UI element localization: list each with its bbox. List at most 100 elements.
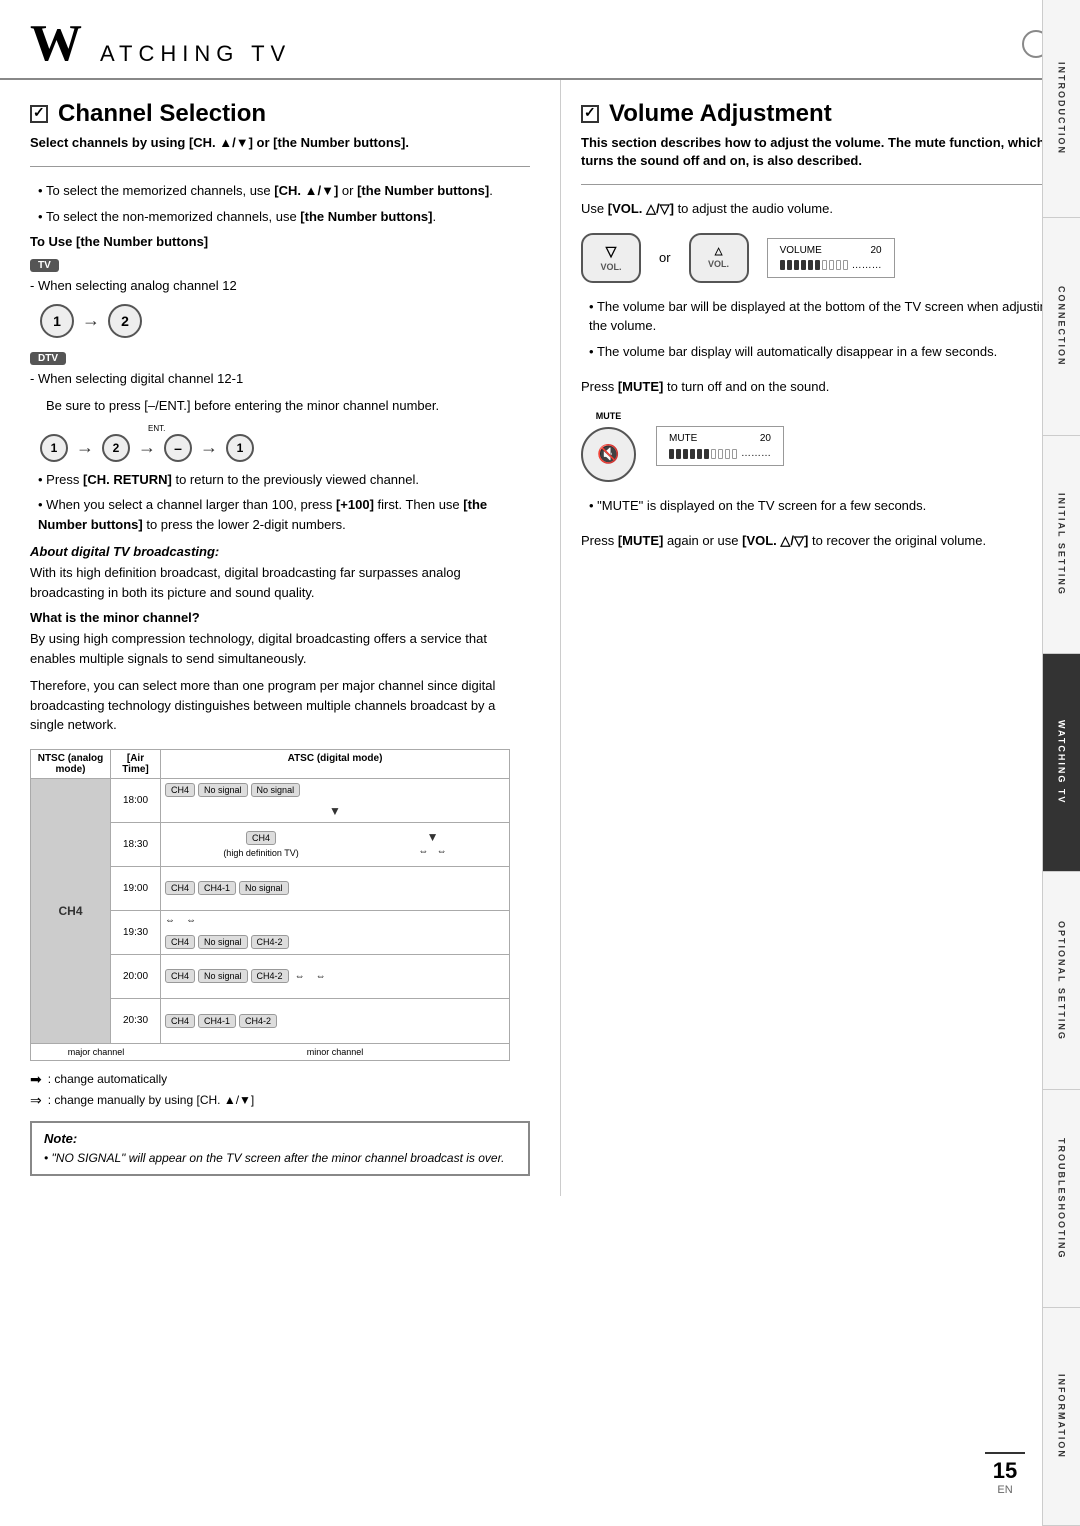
sidebar-tab-initial-setting[interactable]: INITIAL SETTING: [1043, 436, 1080, 654]
digital-channel-desc2: Be sure to press [–/ENT.] before enterin…: [46, 396, 530, 416]
vol-diagram: ▽ VOL. or △ VOL. VOLUME 20: [581, 233, 1060, 283]
vol-bullet-2: The volume bar display will automaticall…: [589, 342, 1060, 362]
mute-bar-dots: ………: [669, 448, 771, 459]
mute-btn-group: MUTE 🔇: [581, 411, 636, 482]
ch-diagram-body: CH4 18:00 18:30 19:00 19:30 20:00 20:30 …: [31, 779, 509, 1043]
volume-section-title: Volume Adjustment: [581, 100, 1060, 128]
sidebar-tab-introduction[interactable]: INTRODUCTION: [1043, 0, 1080, 218]
volume-title-text: Volume Adjustment: [609, 100, 832, 128]
vol-dot-1: [780, 260, 785, 270]
vol-up-arrow-icon: △: [715, 246, 723, 257]
ch-diagram-footer: major channel minor channel: [31, 1043, 509, 1060]
sidebar-tab-connection[interactable]: CONNECTION: [1043, 218, 1080, 436]
legend-manual-text: : change manually by using [CH. ▲/▼]: [48, 1093, 255, 1107]
atsc-row-2000: CH4 No signal CH4-2 ⇔ ⇔: [161, 955, 509, 999]
sidebar-tab-optional-setting[interactable]: OPTIONAL SETTING: [1043, 872, 1080, 1090]
press-mute-text: Press [MUTE] to turn off and on the soun…: [581, 377, 1060, 397]
recover-text: Press [MUTE] again or use [VOL. △/▽] to …: [581, 531, 1060, 551]
ent-label: ENT.: [148, 424, 530, 433]
footer-major: major channel: [31, 1044, 161, 1060]
note-box: Note: • "NO SIGNAL" will appear on the T…: [30, 1121, 530, 1177]
mute-dot-9: [725, 449, 730, 459]
ch-diagram-header: NTSC (analog mode) [Air Time] ATSC (digi…: [31, 750, 509, 779]
or-text: or: [659, 250, 671, 265]
mute-bar-label: MUTE: [669, 433, 697, 444]
vol-dot-2: [787, 260, 792, 270]
vol-dot-4: [801, 260, 806, 270]
legend-auto-text: : change automatically: [48, 1072, 167, 1086]
analog-channel-desc: - When selecting analog channel 12: [30, 276, 530, 296]
channel-checkbox-icon: [30, 105, 48, 123]
vol-dot-3: [794, 260, 799, 270]
mute-icon: 🔇: [597, 444, 619, 465]
mute-bar-value: 20: [760, 433, 771, 444]
volume-checkbox-icon: [581, 105, 599, 123]
vol-bar-label: VOLUME: [780, 245, 822, 256]
time-2030: 20:30: [111, 999, 160, 1043]
arrow-2b: →: [138, 437, 156, 458]
legend-auto: ➡ : change automatically: [30, 1071, 530, 1088]
lr-arrows-2: ⇔ ⇔: [165, 915, 505, 926]
hd-tv-label: (high definition TV): [223, 848, 298, 858]
note-title: Note:: [44, 1131, 516, 1146]
mute-diagram: MUTE 🔇 MUTE 20: [581, 411, 1060, 482]
cell-nosig-4: No signal: [198, 935, 248, 949]
vol-bar-dots: ………: [780, 260, 882, 271]
col-atsc-header: ATSC (digital mode): [161, 750, 509, 778]
time-2000: 20:00: [111, 955, 160, 999]
mute-dot-8: [718, 449, 723, 459]
header-letter-w: W: [30, 18, 82, 70]
col-air-header: [Air Time]: [111, 750, 161, 778]
cell-ch4-4: CH4: [165, 935, 195, 949]
cell-ch4-2c: CH4-2: [239, 1014, 277, 1028]
header-title: ATCHING TV: [100, 21, 291, 67]
volume-subtitle: This section describes how to adjust the…: [581, 134, 1060, 170]
channel-bullet-4: When you select a channel larger than 10…: [38, 495, 530, 534]
number-buttons-heading: To Use [the Number buttons]: [30, 234, 530, 249]
vol-bar-title: VOLUME 20: [780, 245, 882, 256]
left-column: Channel Selection Select channels by usi…: [0, 80, 560, 1196]
vol-bullet-1: The volume bar will be displayed at the …: [589, 297, 1060, 336]
atsc-row-1800: CH4 No signal No signal ▼: [161, 779, 509, 823]
mute-dot-3: [683, 449, 688, 459]
legend-manual: ⇒ : change manually by using [CH. ▲/▼]: [30, 1092, 530, 1109]
cell-ch4-6: CH4: [165, 1014, 195, 1028]
arrow-auto-icon: ➡: [30, 1071, 42, 1088]
mute-dot-7: [711, 449, 716, 459]
mute-dot-10: [732, 449, 737, 459]
content-wrapper: Channel Selection Select channels by usi…: [0, 80, 1080, 1196]
footer-minor: minor channel: [161, 1044, 509, 1060]
sidebar-tab-troubleshooting[interactable]: TROUBLESHOOTING: [1043, 1090, 1080, 1308]
channel-bullet-1: To select the memorized channels, use [C…: [38, 181, 530, 201]
about-digital-heading: About digital TV broadcasting:: [30, 544, 530, 559]
arrow-manual-icon: ⇒: [30, 1092, 42, 1109]
btn-diagram-2: ENT. 1 → 2 → – → 1: [40, 424, 530, 462]
vol-dot-6: [815, 260, 820, 270]
sidebar-tab-information[interactable]: INFORMATION: [1043, 1308, 1080, 1526]
channel-bullet-2: To select the non-memorized channels, us…: [38, 207, 530, 227]
vol-dot-7: [822, 260, 827, 270]
time-1800: 18:00: [111, 779, 160, 823]
mute-note: "MUTE" is displayed on the TV screen for…: [589, 496, 1060, 516]
time-1900: 19:00: [111, 867, 160, 911]
mute-dot-4: [690, 449, 695, 459]
sidebar-tab-watching-tv[interactable]: WATCHING TV: [1043, 654, 1080, 872]
vol-up-group: △ VOL.: [689, 233, 749, 283]
btn-diagram-1: 1 → 2: [40, 304, 530, 338]
vol-dots-ellipsis: ………: [852, 260, 882, 271]
tv-label: TV: [30, 259, 59, 272]
col-ntsc-header: NTSC (analog mode): [31, 750, 111, 778]
page-number: 15: [985, 1452, 1025, 1484]
time-1830: 18:30: [111, 823, 160, 867]
vol-dot-8: [829, 260, 834, 270]
cell-nosig-3: No signal: [239, 881, 289, 895]
minor-channel-text2: Therefore, you can select more than one …: [30, 676, 530, 735]
btn-2b: 2: [102, 434, 130, 462]
arrow-1: →: [82, 310, 100, 331]
mute-label-above: MUTE: [596, 411, 622, 421]
use-vol-text: Use [VOL. △/▽] to adjust the audio volum…: [581, 199, 1060, 219]
cell-ch4-1: CH4: [165, 783, 195, 797]
arrow-2c: →: [200, 437, 218, 458]
mute-bar-box: MUTE 20 ………: [656, 426, 784, 466]
vol-down-group: ▽ VOL.: [581, 233, 641, 283]
